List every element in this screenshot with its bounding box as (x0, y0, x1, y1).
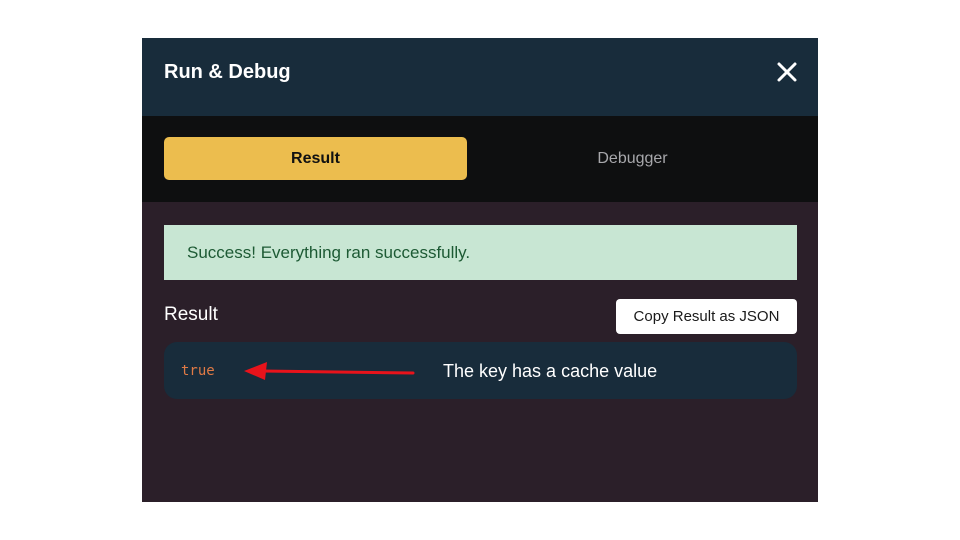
run-debug-dialog: Run & Debug Result Debugger Success! Eve… (142, 38, 818, 502)
dialog-title: Run & Debug (164, 61, 291, 83)
tab-result[interactable]: Result (164, 137, 467, 180)
close-icon (777, 62, 797, 82)
result-value: true (181, 363, 215, 379)
annotation-text: The key has a cache value (443, 361, 658, 381)
arrow-left-icon (244, 362, 415, 380)
dialog-header: Run & Debug (142, 38, 818, 116)
copy-result-json-button[interactable]: Copy Result as JSON (616, 299, 797, 334)
result-heading: Result (164, 304, 218, 325)
close-button[interactable] (772, 57, 802, 87)
success-alert: Success! Everything ran successfully. (164, 225, 797, 280)
tab-bar: Result Debugger (142, 116, 818, 202)
tab-debugger[interactable]: Debugger (481, 137, 784, 180)
success-message: Success! Everything ran successfully. (187, 243, 471, 262)
